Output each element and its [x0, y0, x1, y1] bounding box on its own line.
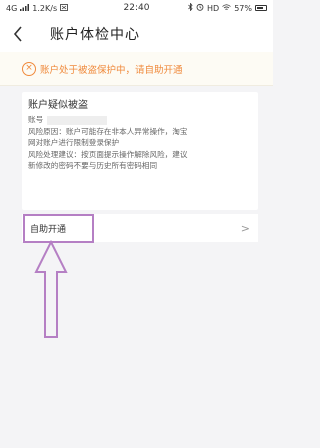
navigation-bar: 账户体检中心 — [0, 16, 273, 52]
self-service-activation-row[interactable]: 自助开通 > — [22, 214, 258, 242]
self-service-activation-label: 自助开通 — [30, 224, 67, 235]
hd-badge: HD — [207, 3, 220, 13]
close-circle-icon: × — [22, 61, 36, 76]
notification-icon — [60, 3, 69, 13]
wifi-icon — [222, 3, 231, 13]
status-left: 4G 1.2K/s — [6, 3, 96, 13]
back-arrow-icon — [13, 26, 22, 42]
signal-icon — [20, 3, 30, 13]
status-bar: 4G 1.2K/s 22:40 HD 57% — [0, 0, 273, 16]
net-speed: 1.2K/s — [32, 3, 58, 13]
risk-line: 新修改的密码不要与历史所有密码相同 — [28, 161, 158, 170]
account-row: 账号 — [28, 114, 252, 126]
network-type: 4G — [6, 3, 18, 13]
battery-icon — [255, 5, 267, 11]
status-right: HD 57% — [177, 2, 267, 13]
back-button[interactable] — [0, 16, 36, 52]
annotation-up-arrow-icon — [34, 240, 68, 338]
bluetooth-icon — [188, 2, 193, 13]
risk-line: 风险原因：账户可能存在非本人异常操作，淘宝 — [28, 126, 188, 136]
warning-text: 账户处于被盗保护中，请自助开通 — [40, 64, 183, 76]
status-time: 22:40 — [123, 3, 150, 13]
account-number-mask — [47, 115, 108, 125]
battery-percent: 57% — [234, 3, 252, 13]
risk-line: 网对账户进行限制登录保护 — [28, 138, 120, 147]
chevron-right-icon: > — [240, 221, 250, 235]
risk-title: 账户疑似被盗 — [28, 100, 88, 111]
alarm-icon — [196, 3, 204, 13]
risk-line: 风险处理建议：按页面提示操作解除风险，建议 — [28, 149, 188, 159]
page-title: 账户体检中心 — [50, 27, 140, 43]
account-label: 账号 — [28, 115, 44, 124]
risk-card: 账户疑似被盗 账号 风险原因：账户可能存在非本人异常操作，淘宝 网对账户进行限制… — [22, 92, 258, 210]
warning-banner: × 账户处于被盗保护中，请自助开通 — [0, 52, 273, 86]
